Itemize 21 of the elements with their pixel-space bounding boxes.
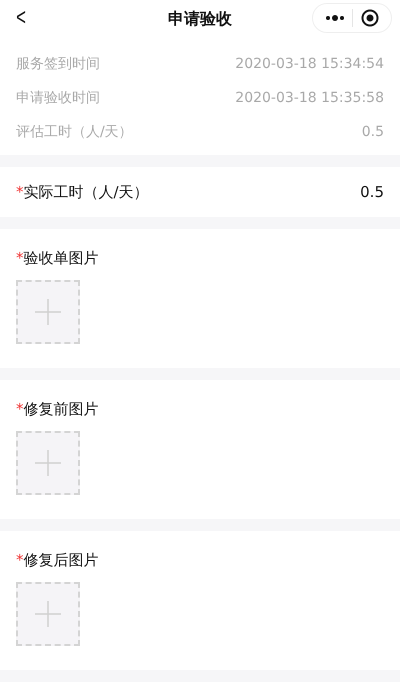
info-label: 评估工时（人/天） [16, 123, 133, 141]
info-label: 申请验收时间 [16, 89, 100, 107]
section-label: *修复前图片 [16, 400, 98, 419]
back-button[interactable]: < [16, 4, 26, 32]
section-label: *验收单图片 [16, 249, 98, 268]
plus-icon [33, 448, 63, 478]
close-icon[interactable] [361, 9, 380, 27]
plus-icon [33, 599, 63, 629]
field-label: *实际工时（人/天） [16, 182, 149, 202]
upload-button[interactable] [16, 280, 80, 344]
upload-button[interactable] [16, 582, 80, 646]
info-value: 2020-03-18 15:35:58 [235, 90, 384, 106]
page-title: 申请验收 [168, 8, 232, 30]
section-label: *修复后图片 [16, 551, 98, 570]
plus-icon [33, 297, 63, 327]
upload-button[interactable] [16, 431, 80, 495]
more-icon[interactable] [324, 15, 345, 21]
info-value: 0.5 [362, 124, 384, 140]
info-value: 2020-03-18 15:34:54 [235, 56, 384, 72]
hours-value[interactable]: 0.5 [360, 183, 384, 201]
info-label: 服务签到时间 [16, 55, 100, 73]
